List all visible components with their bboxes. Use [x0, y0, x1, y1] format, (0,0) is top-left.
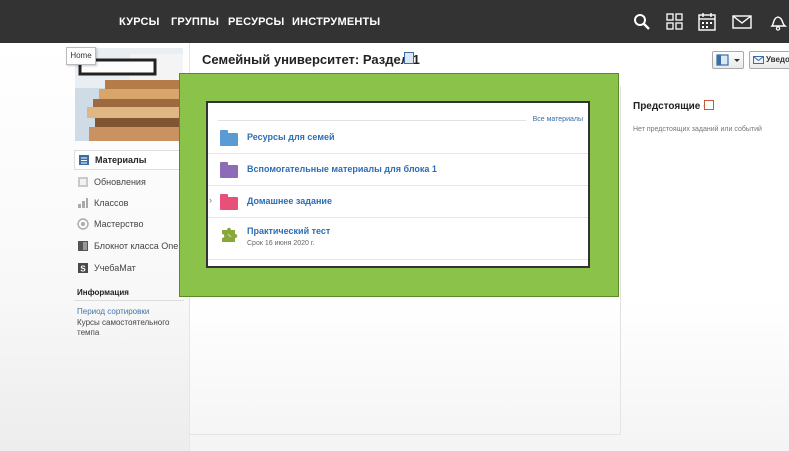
- sidebar-item-studymat[interactable]: S УчебаМат: [77, 258, 190, 278]
- material-title[interactable]: Домашнее задание: [247, 196, 332, 206]
- materials-header-divider: [218, 120, 526, 121]
- list-item-unit-materials[interactable]: Вспомогательные материалы для блока 1: [208, 154, 588, 186]
- sidebar-item-label: Материалы: [95, 155, 147, 165]
- mastery-icon: [77, 218, 89, 230]
- grading-period-value: Курсы самостоятельного темпа: [77, 318, 170, 337]
- list-item-practice-test[interactable]: Практический тест Срок 16 июня 2020 г.: [208, 218, 588, 260]
- page-title: Семейный университет: Раздел 1: [202, 52, 420, 67]
- folder-blue-icon: [220, 130, 238, 146]
- nav-courses[interactable]: КУРСЫ: [119, 16, 160, 28]
- sidebar-item-label: УчебаМат: [94, 263, 136, 273]
- list-item-homework[interactable]: › Домашнее задание: [208, 186, 588, 218]
- chevron-right-icon[interactable]: ›: [209, 195, 212, 205]
- sidebar-item-label: Обновления: [94, 177, 146, 187]
- nav-groups[interactable]: ГРУППЫ: [171, 16, 219, 28]
- sidebar-item-mastery[interactable]: Мастерство: [77, 214, 190, 234]
- material-title[interactable]: Ресурсы для семей: [247, 132, 335, 142]
- top-navigation-bar: КУРСЫ ГРУППЫ РЕСУРСЫ ИНСТРУМЕНТЫ: [0, 0, 789, 43]
- onenote-icon: [78, 241, 88, 251]
- notify-button-label: Уведо: [766, 55, 789, 64]
- puzzle-icon: [222, 227, 238, 242]
- due-date: Срок 16 июня 2020 г.: [247, 240, 315, 247]
- grades-icon: [78, 198, 88, 208]
- sidebar-item-label: Блокнот класса OneNo: [94, 241, 190, 251]
- upcoming-panel: [620, 86, 789, 435]
- envelope-icon: [753, 56, 764, 64]
- course-settings-icon[interactable]: [404, 52, 414, 64]
- studymat-icon: S: [78, 263, 88, 274]
- search-icon[interactable]: [632, 12, 652, 32]
- upcoming-empty-text: Нет предстоящих заданий или событий: [633, 126, 762, 133]
- svg-text:S: S: [80, 265, 86, 274]
- calendar-icon[interactable]: [697, 12, 717, 32]
- material-title[interactable]: Вспомогательные материалы для блока 1: [247, 164, 437, 174]
- mail-icon[interactable]: [732, 12, 752, 32]
- notifications-icon[interactable]: [768, 12, 788, 32]
- material-title[interactable]: Практический тест: [247, 226, 330, 236]
- materials-panel: Все материалы Ресурсы для семей Вспомога…: [206, 101, 590, 268]
- folder-purple-icon: [220, 162, 238, 178]
- updates-icon: [78, 177, 88, 187]
- sidebar-item-updates[interactable]: Обновления: [77, 172, 190, 192]
- info-divider: [74, 300, 184, 301]
- sidebar-item-onenote[interactable]: Блокнот класса OneNo: [77, 236, 190, 256]
- calendar-small-icon[interactable]: [704, 100, 714, 110]
- upcoming-title: Предстоящие ·: [633, 101, 707, 112]
- sidebar-view-icon: [716, 54, 740, 66]
- folder-pink-icon: [220, 194, 238, 210]
- grading-period-label: Период сортировки: [77, 307, 150, 316]
- home-tooltip: Home: [66, 47, 96, 65]
- notify-button[interactable]: Уведо: [749, 51, 789, 69]
- apps-grid-icon[interactable]: [665, 12, 685, 32]
- sidebar-item-grades[interactable]: Классов: [77, 193, 190, 213]
- list-item-family-resources[interactable]: Ресурсы для семей: [208, 122, 588, 154]
- nav-tools[interactable]: ИНСТРУМЕНТЫ: [292, 16, 380, 28]
- nav-resources[interactable]: РЕСУРСЫ: [228, 16, 285, 28]
- sidebar-item-label: Мастерство: [94, 219, 144, 229]
- sidebar-item-materials[interactable]: Материалы: [74, 150, 190, 170]
- view-toggle-button[interactable]: [712, 51, 744, 69]
- info-heading: Информация: [77, 288, 129, 297]
- materials-icon: [79, 155, 89, 165]
- sidebar-item-label: Классов: [94, 198, 129, 208]
